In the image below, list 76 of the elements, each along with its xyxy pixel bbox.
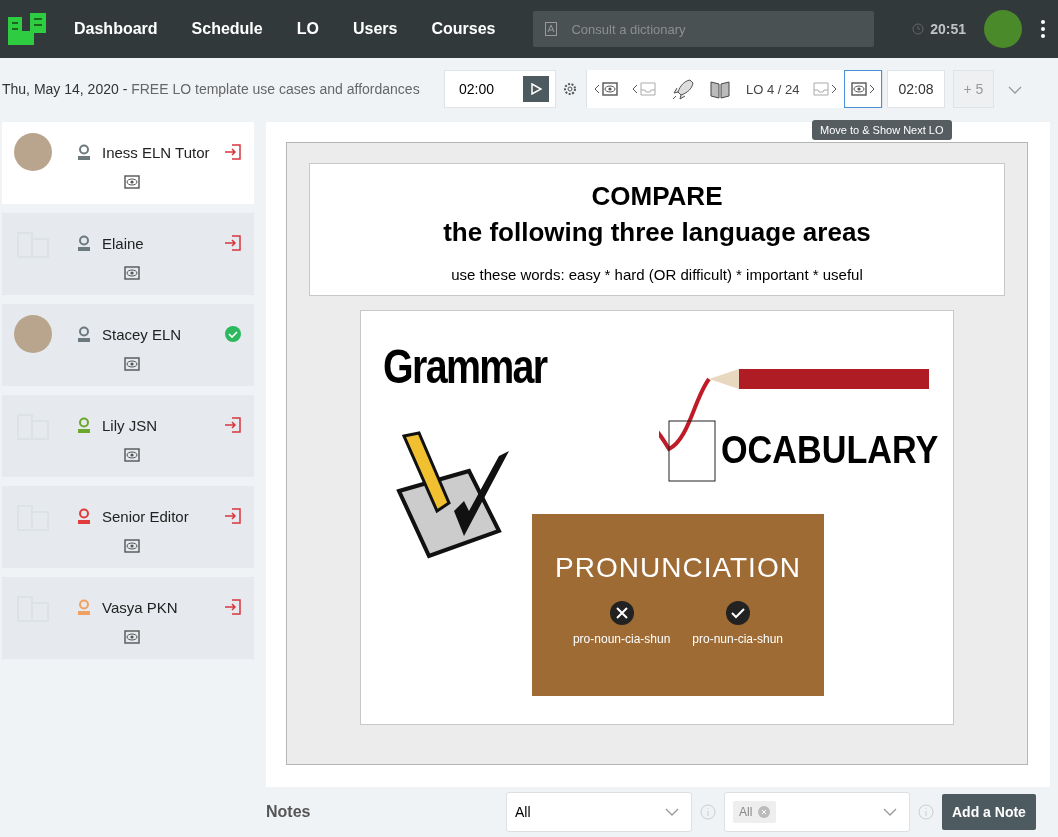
participant-name: Stacey ELN: [102, 325, 183, 343]
pronunciation-title: PRONUNCIATION: [555, 552, 801, 584]
slide-subheading: the following three language areas: [442, 216, 872, 249]
clock-time: 20:51: [930, 21, 966, 37]
nav-link[interactable]: Users: [352, 20, 398, 38]
eye-icon: [124, 266, 140, 280]
participant-name: Senior Editor: [102, 507, 190, 525]
nav-link[interactable]: LO: [296, 20, 319, 38]
participant-card[interactable]: Vasya PKN: [2, 577, 254, 659]
check-icon: [724, 600, 751, 626]
dictionary-icon: [545, 22, 558, 36]
book-icon: [709, 78, 731, 100]
participant-card[interactable]: Iness ELN Tutor: [2, 122, 254, 204]
eye-icon: [851, 82, 868, 96]
wrong-pronunciation: pro-noun-cia-shun: [572, 632, 671, 646]
slide-heading: COMPARE: [590, 180, 724, 213]
lesson-heading: Thu, May 14, 2020 - FREE LO template use cases and affordances: [2, 80, 421, 98]
tooltip: Move to & Show Next LO: [812, 120, 952, 140]
participant-name: Iness ELN Tutor: [102, 143, 211, 161]
play-icon: [530, 83, 542, 95]
add-note-button[interactable]: Add a Note: [942, 794, 1036, 830]
participant-card[interactable]: Lily JSN: [2, 395, 254, 477]
settings-icon[interactable]: [562, 81, 578, 97]
chevron-right-icon: [831, 84, 838, 94]
elapsed-time: 02:08: [887, 70, 945, 108]
search-input[interactable]: Consult a dictionary: [569, 20, 863, 38]
participant-card[interactable]: Stacey ELN: [2, 304, 254, 386]
participant-card[interactable]: Senior Editor: [2, 486, 254, 568]
user-avatar[interactable]: [984, 10, 1022, 48]
participant-name: Elaine: [102, 234, 145, 252]
sign-in-icon[interactable]: [224, 416, 242, 434]
play-button[interactable]: [523, 76, 549, 102]
notes-filter-select[interactable]: All: [506, 792, 692, 832]
timer-field[interactable]: 02:00: [444, 70, 556, 108]
chevron-down-icon: [1008, 86, 1023, 94]
avatar: [14, 315, 52, 353]
grammar-text: Grammar: [383, 339, 547, 394]
sign-in-icon[interactable]: [224, 507, 242, 525]
chevron-left-icon: [632, 84, 638, 94]
participant-card[interactable]: Elaine: [2, 213, 254, 295]
sign-in-icon[interactable]: [224, 143, 242, 161]
lo-counter[interactable]: LO 4 / 24: [739, 70, 807, 108]
chevron-right-icon: [869, 84, 876, 94]
notes-label: Notes: [266, 803, 312, 821]
right-pronunciation: pro-nun-cia-shun: [692, 632, 784, 646]
eye-icon: [124, 630, 140, 644]
eye-icon: [124, 175, 140, 189]
eye-icon: [124, 539, 140, 553]
sign-in-icon[interactable]: [224, 234, 242, 252]
next-show-button[interactable]: [844, 70, 883, 108]
eye-icon: [124, 357, 140, 371]
participant-name: Lily JSN: [102, 416, 158, 434]
nav-link[interactable]: Schedule: [191, 20, 263, 38]
cross-icon: [608, 600, 635, 626]
chevron-left-icon: [594, 84, 600, 94]
chevron-down-icon: [883, 808, 897, 816]
tray-icon: [813, 82, 830, 96]
previous-show-button[interactable]: [587, 70, 625, 108]
more-icon[interactable]: [1040, 19, 1046, 39]
search-field[interactable]: Consult a dictionary: [533, 11, 875, 47]
tray-icon: [640, 82, 656, 96]
info-icon: [700, 804, 716, 820]
chevron-down-icon: [665, 808, 679, 816]
vocabulary-text: OCABULARY: [721, 429, 939, 472]
nav-link[interactable]: Dashboard: [74, 20, 158, 38]
info-icon: [918, 804, 934, 820]
clock-icon: [912, 23, 925, 35]
next-button[interactable]: [806, 70, 845, 108]
avatar: [14, 133, 52, 171]
sign-in-icon[interactable]: [224, 598, 242, 616]
eye-icon: [602, 82, 618, 96]
rocket-icon: [670, 77, 694, 101]
slide-instruction: use these words: easy * hard (OR difficult) * important * useful: [450, 266, 864, 283]
participant-name: Vasya PKN: [102, 598, 179, 616]
eye-icon: [124, 448, 140, 462]
nav-link[interactable]: Courses: [431, 20, 496, 38]
